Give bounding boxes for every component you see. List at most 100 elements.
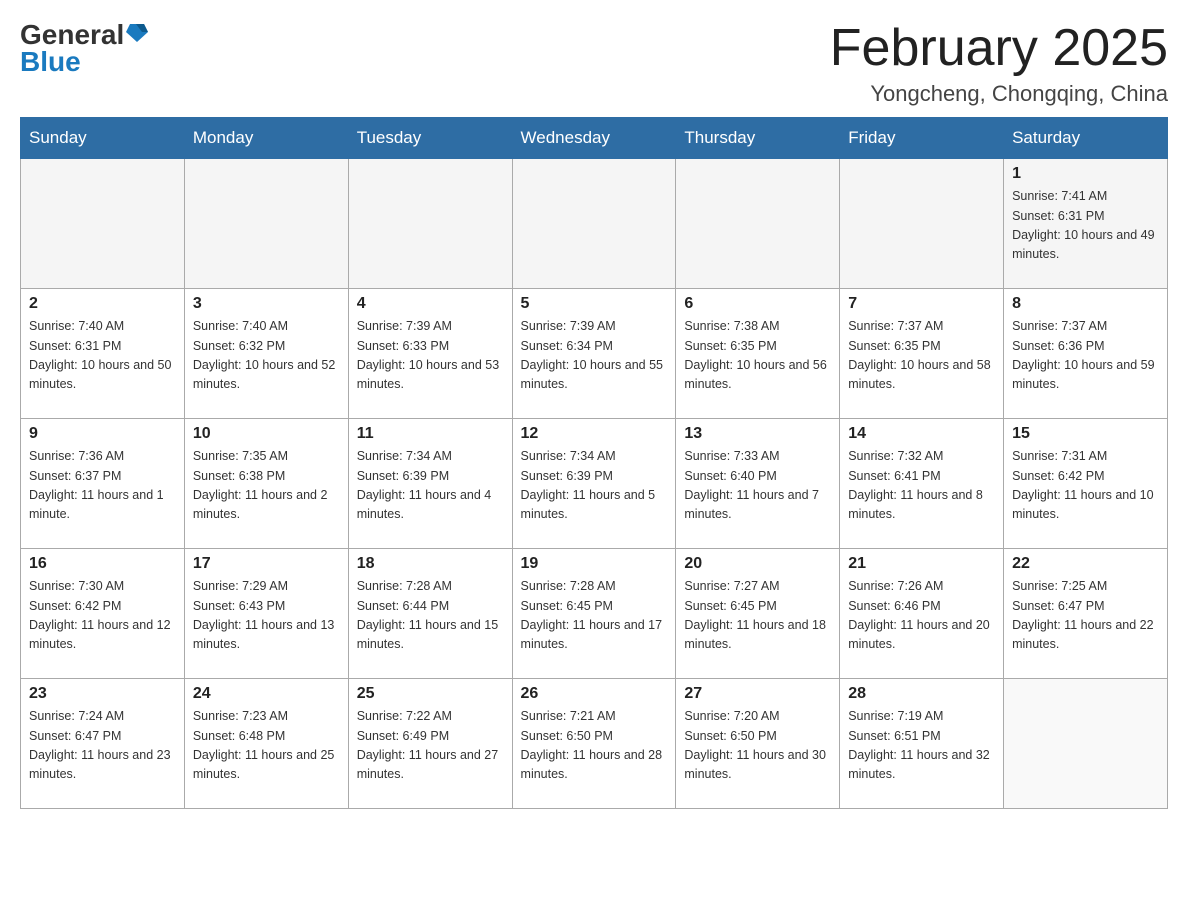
- day-info: Sunrise: 7:19 AMSunset: 6:51 PMDaylight:…: [848, 707, 995, 785]
- day-number: 16: [29, 555, 176, 573]
- day-info: Sunrise: 7:23 AMSunset: 6:48 PMDaylight:…: [193, 707, 340, 785]
- day-number: 28: [848, 685, 995, 703]
- calendar-cell: 24 Sunrise: 7:23 AMSunset: 6:48 PMDayligh…: [184, 679, 348, 809]
- day-info: Sunrise: 7:33 AMSunset: 6:40 PMDaylight:…: [684, 447, 831, 525]
- calendar-title: February 2025: [830, 20, 1168, 77]
- calendar-cell: 21 Sunrise: 7:26 AMSunset: 6:46 PMDayligh…: [840, 549, 1004, 679]
- calendar-table: SundayMondayTuesdayWednesdayThursdayFrid…: [20, 117, 1168, 809]
- day-info: Sunrise: 7:25 AMSunset: 6:47 PMDaylight:…: [1012, 577, 1159, 655]
- day-number: 23: [29, 685, 176, 703]
- calendar-cell: 28 Sunrise: 7:19 AMSunset: 6:51 PMDayligh…: [840, 679, 1004, 809]
- day-info: Sunrise: 7:29 AMSunset: 6:43 PMDaylight:…: [193, 577, 340, 655]
- day-info: Sunrise: 7:34 AMSunset: 6:39 PMDaylight:…: [521, 447, 668, 525]
- logo-arrow-icon: [126, 22, 148, 44]
- calendar-cell: [1004, 679, 1168, 809]
- calendar-cell: 15 Sunrise: 7:31 AMSunset: 6:42 PMDayligh…: [1004, 419, 1168, 549]
- day-info: Sunrise: 7:40 AMSunset: 6:32 PMDaylight:…: [193, 317, 340, 395]
- calendar-week-row: 23 Sunrise: 7:24 AMSunset: 6:47 PMDayligh…: [21, 679, 1168, 809]
- day-info: Sunrise: 7:37 AMSunset: 6:36 PMDaylight:…: [1012, 317, 1159, 395]
- day-info: Sunrise: 7:38 AMSunset: 6:35 PMDaylight:…: [684, 317, 831, 395]
- day-number: 26: [521, 685, 668, 703]
- day-info: Sunrise: 7:28 AMSunset: 6:44 PMDaylight:…: [357, 577, 504, 655]
- calendar-subtitle: Yongcheng, Chongqing, China: [830, 81, 1168, 107]
- day-info: Sunrise: 7:41 AMSunset: 6:31 PMDaylight:…: [1012, 187, 1159, 265]
- calendar-header-row: SundayMondayTuesdayWednesdayThursdayFrid…: [21, 118, 1168, 159]
- calendar-cell: 7 Sunrise: 7:37 AMSunset: 6:35 PMDaylight…: [840, 289, 1004, 419]
- day-info: Sunrise: 7:36 AMSunset: 6:37 PMDaylight:…: [29, 447, 176, 525]
- calendar-cell: 23 Sunrise: 7:24 AMSunset: 6:47 PMDayligh…: [21, 679, 185, 809]
- calendar-week-row: 16 Sunrise: 7:30 AMSunset: 6:42 PMDayligh…: [21, 549, 1168, 679]
- calendar-cell: 10 Sunrise: 7:35 AMSunset: 6:38 PMDayligh…: [184, 419, 348, 549]
- calendar-cell: 22 Sunrise: 7:25 AMSunset: 6:47 PMDayligh…: [1004, 549, 1168, 679]
- day-info: Sunrise: 7:39 AMSunset: 6:34 PMDaylight:…: [521, 317, 668, 395]
- calendar-cell: 18 Sunrise: 7:28 AMSunset: 6:44 PMDayligh…: [348, 549, 512, 679]
- calendar-cell: 19Sunrise: 7:28 AMSunset: 6:45 PMDayligh…: [512, 549, 676, 679]
- day-info: Sunrise: 7:31 AMSunset: 6:42 PMDaylight:…: [1012, 447, 1159, 525]
- calendar-week-row: 1 Sunrise: 7:41 AMSunset: 6:31 PMDaylight…: [21, 159, 1168, 289]
- day-header-sunday: Sunday: [21, 118, 185, 159]
- day-number: 12: [521, 425, 668, 443]
- calendar-cell: 13 Sunrise: 7:33 AMSunset: 6:40 PMDayligh…: [676, 419, 840, 549]
- day-number: 25: [357, 685, 504, 703]
- day-number: 21: [848, 555, 995, 573]
- day-number: 24: [193, 685, 340, 703]
- day-number: 2: [29, 295, 176, 313]
- calendar-cell: 4Sunrise: 7:39 AMSunset: 6:33 PMDaylight…: [348, 289, 512, 419]
- day-number: 1: [1012, 165, 1159, 183]
- day-info: Sunrise: 7:40 AMSunset: 6:31 PMDaylight:…: [29, 317, 176, 395]
- day-number: 14: [848, 425, 995, 443]
- day-info: Sunrise: 7:34 AMSunset: 6:39 PMDaylight:…: [357, 447, 504, 525]
- calendar-cell: 26 Sunrise: 7:21 AMSunset: 6:50 PMDayligh…: [512, 679, 676, 809]
- day-number: 15: [1012, 425, 1159, 443]
- day-header-wednesday: Wednesday: [512, 118, 676, 159]
- day-info: Sunrise: 7:26 AMSunset: 6:46 PMDaylight:…: [848, 577, 995, 655]
- day-number: 20: [684, 555, 831, 573]
- day-info: Sunrise: 7:28 AMSunset: 6:45 PMDaylight:…: [521, 577, 668, 655]
- calendar-cell: 17 Sunrise: 7:29 AMSunset: 6:43 PMDayligh…: [184, 549, 348, 679]
- day-number: 18: [357, 555, 504, 573]
- day-number: 8: [1012, 295, 1159, 313]
- day-info: Sunrise: 7:30 AMSunset: 6:42 PMDaylight:…: [29, 577, 176, 655]
- day-header-monday: Monday: [184, 118, 348, 159]
- calendar-cell: 20 Sunrise: 7:27 AMSunset: 6:45 PMDayligh…: [676, 549, 840, 679]
- title-block: February 2025 Yongcheng, Chongqing, Chin…: [830, 20, 1168, 107]
- calendar-cell: [512, 159, 676, 289]
- calendar-cell: 14 Sunrise: 7:32 AMSunset: 6:41 PMDayligh…: [840, 419, 1004, 549]
- calendar-cell: 12 Sunrise: 7:34 AMSunset: 6:39 PMDayligh…: [512, 419, 676, 549]
- day-number: 10: [193, 425, 340, 443]
- calendar-cell: 3Sunrise: 7:40 AMSunset: 6:32 PMDaylight…: [184, 289, 348, 419]
- day-info: Sunrise: 7:35 AMSunset: 6:38 PMDaylight:…: [193, 447, 340, 525]
- calendar-cell: 5 Sunrise: 7:39 AMSunset: 6:34 PMDaylight…: [512, 289, 676, 419]
- day-info: Sunrise: 7:21 AMSunset: 6:50 PMDaylight:…: [521, 707, 668, 785]
- calendar-cell: 1 Sunrise: 7:41 AMSunset: 6:31 PMDaylight…: [1004, 159, 1168, 289]
- day-info: Sunrise: 7:32 AMSunset: 6:41 PMDaylight:…: [848, 447, 995, 525]
- calendar-cell: 2 Sunrise: 7:40 AMSunset: 6:31 PMDaylight…: [21, 289, 185, 419]
- day-number: 11: [357, 425, 504, 443]
- logo: General Blue: [20, 20, 148, 78]
- calendar-cell: 6 Sunrise: 7:38 AMSunset: 6:35 PMDaylight…: [676, 289, 840, 419]
- day-info: Sunrise: 7:27 AMSunset: 6:45 PMDaylight:…: [684, 577, 831, 655]
- calendar-week-row: 9Sunrise: 7:36 AMSunset: 6:37 PMDaylight…: [21, 419, 1168, 549]
- calendar-cell: 11 Sunrise: 7:34 AMSunset: 6:39 PMDayligh…: [348, 419, 512, 549]
- calendar-cell: [184, 159, 348, 289]
- day-info: Sunrise: 7:20 AMSunset: 6:50 PMDaylight:…: [684, 707, 831, 785]
- day-number: 6: [684, 295, 831, 313]
- day-number: 13: [684, 425, 831, 443]
- calendar-cell: [348, 159, 512, 289]
- calendar-cell: 8 Sunrise: 7:37 AMSunset: 6:36 PMDaylight…: [1004, 289, 1168, 419]
- calendar-week-row: 2 Sunrise: 7:40 AMSunset: 6:31 PMDaylight…: [21, 289, 1168, 419]
- day-number: 22: [1012, 555, 1159, 573]
- day-number: 5: [521, 295, 668, 313]
- day-info: Sunrise: 7:39 AMSunset: 6:33 PMDaylight:…: [357, 317, 504, 395]
- day-number: 7: [848, 295, 995, 313]
- logo-blue: Blue: [20, 47, 81, 78]
- day-header-friday: Friday: [840, 118, 1004, 159]
- day-info: Sunrise: 7:37 AMSunset: 6:35 PMDaylight:…: [848, 317, 995, 395]
- calendar-cell: [21, 159, 185, 289]
- day-header-saturday: Saturday: [1004, 118, 1168, 159]
- day-number: 17: [193, 555, 340, 573]
- calendar-cell: [840, 159, 1004, 289]
- calendar-cell: 9Sunrise: 7:36 AMSunset: 6:37 PMDaylight…: [21, 419, 185, 549]
- day-info: Sunrise: 7:24 AMSunset: 6:47 PMDaylight:…: [29, 707, 176, 785]
- calendar-cell: 16 Sunrise: 7:30 AMSunset: 6:42 PMDayligh…: [21, 549, 185, 679]
